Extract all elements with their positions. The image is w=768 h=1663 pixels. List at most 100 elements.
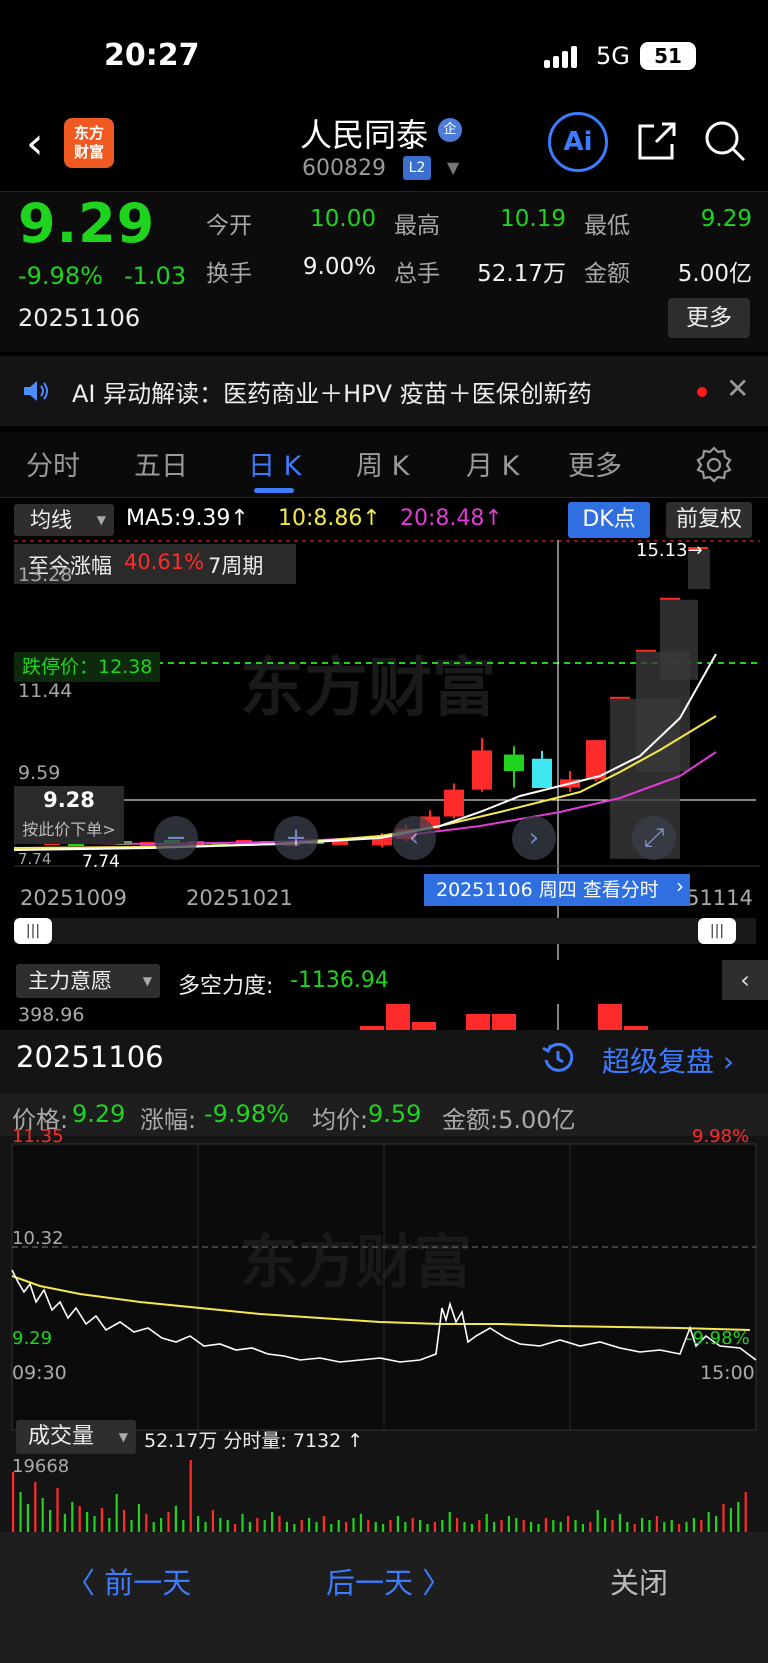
limit-down-label: 跌停价：12.38 <box>14 652 161 682</box>
volume-bar <box>648 1520 651 1532</box>
volume-bar <box>396 1516 399 1532</box>
volume-select[interactable]: 成交量 ▼ <box>16 1420 136 1454</box>
candle <box>532 758 552 789</box>
volume-bar <box>530 1522 533 1532</box>
stock-name: 人民同泰 <box>300 116 429 154</box>
info-avg: 9.59 <box>368 1100 422 1128</box>
next-day-button[interactable]: 后一天 〉 <box>326 1560 451 1602</box>
tab-1[interactable]: 五日 <box>134 444 188 483</box>
ai-button[interactable]: Ai <box>548 112 608 172</box>
more-button[interactable]: 更多 <box>668 298 750 338</box>
intraday-chart[interactable]: 东方财富 11.35 10.32 9.29 9.98% -9.98% 09:30… <box>0 1126 768 1442</box>
prev-day-button[interactable]: 〈 前一天 <box>66 1560 191 1602</box>
tab-3[interactable]: 周 K <box>356 444 409 483</box>
indicator-y-max: 398.96 <box>18 1004 85 1026</box>
range-handle-left[interactable]: ||| <box>14 918 52 944</box>
tab-2[interactable]: 日 K <box>248 444 301 483</box>
indicator-chart: 398.96 <box>0 1004 768 1030</box>
tab-4[interactable]: 月 K <box>466 444 519 483</box>
stock-header: ‹ 东方 财富 人民同泰 企 600829 L2 ▼ Ai <box>0 100 768 192</box>
stat-label: 最低 <box>584 213 630 239</box>
volume-bar <box>211 1510 214 1532</box>
tab-0[interactable]: 分时 <box>26 444 80 483</box>
level2-badge[interactable]: L2 <box>403 156 431 180</box>
volume-bar <box>729 1508 732 1532</box>
volume-bar <box>123 1510 126 1532</box>
volume-bar <box>663 1522 666 1532</box>
volume-bar <box>581 1524 584 1532</box>
close-button[interactable]: 关闭 <box>610 1560 668 1602</box>
super-replay-label: 超级复盘 <box>602 1045 715 1078</box>
volume-bar <box>456 1518 459 1532</box>
volume-bar <box>574 1520 577 1532</box>
volume-bar <box>433 1522 436 1532</box>
volume-bar <box>271 1512 274 1532</box>
volume-bar <box>707 1512 710 1532</box>
volume-bar <box>78 1506 81 1532</box>
volume-bar <box>219 1518 222 1532</box>
volume-bar <box>411 1518 414 1532</box>
candle <box>472 750 492 790</box>
stock-code: 600829 <box>302 156 386 181</box>
volume-bar <box>692 1518 695 1532</box>
volume-bar <box>567 1516 570 1532</box>
zoom-out-button[interactable]: − <box>154 816 198 860</box>
candle <box>610 696 630 699</box>
close-icon[interactable]: ✕ <box>726 372 749 405</box>
info-change: -9.98% <box>204 1100 289 1128</box>
sub-indicator-select[interactable]: 主力意愿 ▼ <box>16 964 160 998</box>
clock: 20:27 <box>104 38 200 73</box>
pan-left-button[interactable]: ‹ <box>392 816 436 860</box>
adjust-button[interactable]: 前复权 <box>666 502 752 538</box>
zoom-in-button[interactable]: + <box>274 816 318 860</box>
indicator-select[interactable]: 均线 ▼ <box>14 504 114 536</box>
search-icon[interactable] <box>702 118 748 164</box>
pan-right-button[interactable]: › <box>512 816 556 860</box>
y-tick-4: 7.74 <box>18 850 52 868</box>
caret-down-icon[interactable]: ▼ <box>447 158 459 177</box>
volume-bar <box>685 1522 688 1532</box>
view-intraday-button[interactable]: 20251106 周四 查看分时 <box>424 874 690 906</box>
ai-analysis-text[interactable]: AI 异动解读：医药商业＋HPV 疫苗＋医保创新药 <box>72 374 592 409</box>
volume-bar <box>700 1520 703 1532</box>
super-replay-link[interactable]: 超级复盘 › <box>602 1040 734 1080</box>
volume-bar <box>352 1518 355 1532</box>
indicator-value: -1136.94 <box>290 968 389 993</box>
info-change-label: 涨幅: <box>140 1106 197 1134</box>
intraday-time-start: 09:30 <box>12 1362 67 1384</box>
volume-bar <box>537 1524 540 1532</box>
volume-bar <box>374 1522 377 1532</box>
change-percent: -9.98% <box>18 262 103 290</box>
replay-date: 20251106 <box>16 1040 164 1074</box>
back-button[interactable]: ‹ <box>26 122 44 166</box>
chevron-left-icon[interactable]: ‹ <box>722 960 768 1000</box>
volume-bar <box>71 1502 74 1532</box>
caret-down-icon: ▼ <box>96 513 106 527</box>
range-handle-right[interactable]: ||| <box>698 918 736 944</box>
volume-bar <box>618 1514 621 1532</box>
volume-bar <box>226 1520 229 1532</box>
volume-y-max: 19668 <box>12 1456 70 1477</box>
gear-icon[interactable] <box>694 444 734 484</box>
volume-bar <box>204 1522 207 1532</box>
kline-chart[interactable]: 东方财富 至今涨幅 40.61% 7周期 13.28 跌停价：12.38 11.… <box>0 540 768 960</box>
stat-value: 10.00 <box>310 206 376 232</box>
range-scrollbar[interactable] <box>14 918 756 944</box>
fullscreen-icon[interactable]: ⤢ <box>632 816 676 860</box>
share-icon[interactable] <box>634 118 680 164</box>
history-icon[interactable] <box>540 1040 576 1076</box>
volume-bar <box>493 1522 496 1532</box>
volume-bar <box>234 1524 237 1532</box>
ai-analysis-bar[interactable]: AI 异动解读：医药商业＋HPV 疫苗＋医保创新药 ✕ <box>0 356 768 426</box>
intraday-y-mid: 10.32 <box>12 1228 64 1249</box>
active-tab-indicator <box>254 488 294 493</box>
volume-bar <box>441 1520 444 1532</box>
dk-point-button[interactable]: DK点 <box>568 502 650 538</box>
volume-bar <box>589 1522 592 1532</box>
chart-tabs: 分时 五日 日 K 周 K 月 K 更多 <box>0 432 768 498</box>
intraday-pct-top: 9.98% <box>692 1126 750 1147</box>
volume-bar <box>278 1516 281 1532</box>
order-at-price-link[interactable]: 按此价下单> <box>14 816 124 840</box>
tab-5[interactable]: 更多 <box>568 444 622 483</box>
candle <box>504 754 524 772</box>
